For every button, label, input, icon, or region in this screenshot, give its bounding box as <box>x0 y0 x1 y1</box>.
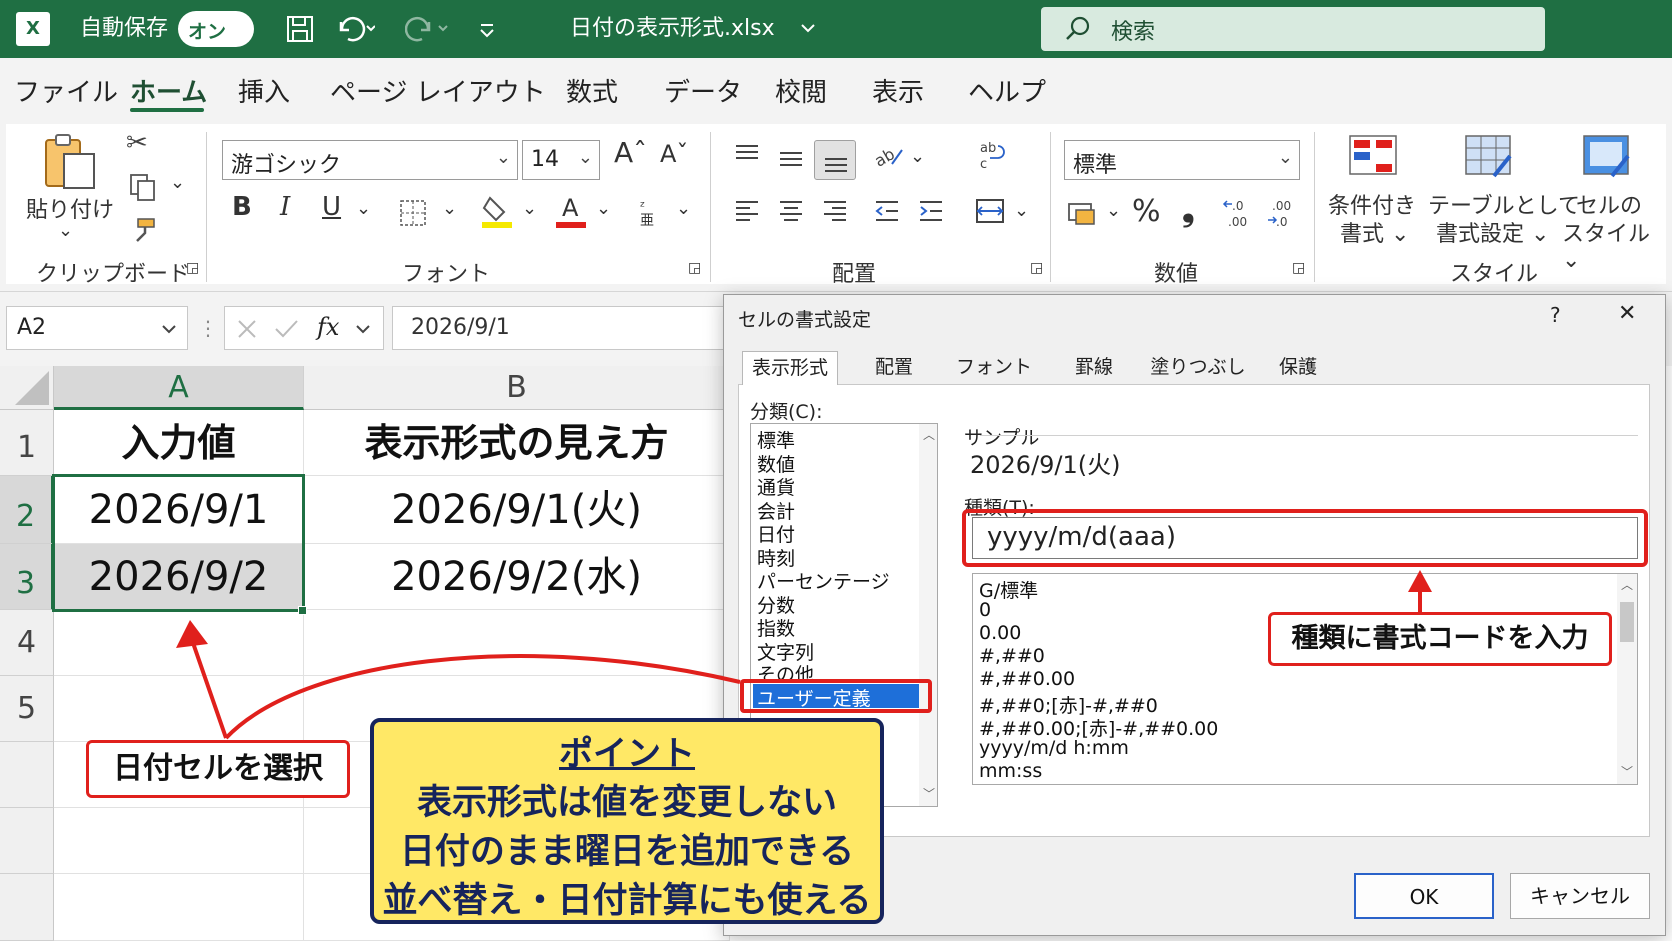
arrow-line <box>190 639 228 739</box>
type-hint-callout: 種類に書式コードを入力 <box>1268 612 1612 666</box>
arrow-head <box>1408 570 1432 592</box>
arrow-head <box>176 620 208 648</box>
select-cell-callout: 日付セルを選択 <box>86 740 350 798</box>
point-line: 日付のまま曜日を追加できる <box>399 832 855 872</box>
point-line: 並べ替え・日付計算にも使える <box>382 881 872 921</box>
point-box: ポイント 表示形式は値を変更しない 日付のまま曜日を追加できる 並べ替え・日付計… <box>370 718 884 924</box>
point-title: ポイント <box>559 734 695 774</box>
point-line: 表示形式は値を変更しない <box>416 783 837 823</box>
